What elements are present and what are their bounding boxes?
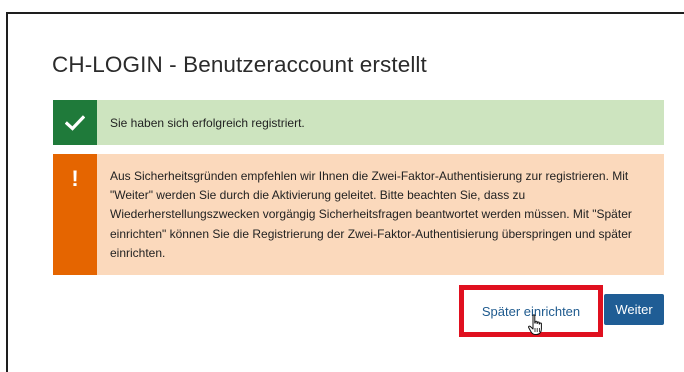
page-title: CH-LOGIN - Benutzeraccount erstellt <box>52 52 427 77</box>
warning-alert: ! Aus Sicherheitsgründen empfehlen wir I… <box>53 154 664 275</box>
hand-pointer-icon <box>528 314 542 335</box>
success-alert: Sie haben sich erfolgreich registriert. <box>53 100 664 145</box>
success-message: Sie haben sich erfolgreich registriert. <box>110 116 305 130</box>
check-icon <box>65 114 85 131</box>
warning-message: Aus Sicherheitsgründen empfehlen wir Ihn… <box>110 169 632 260</box>
success-stripe <box>53 100 97 145</box>
exclamation-icon: ! <box>71 166 79 191</box>
next-button[interactable]: Weiter <box>604 294 664 325</box>
warning-stripe: ! <box>53 154 97 275</box>
